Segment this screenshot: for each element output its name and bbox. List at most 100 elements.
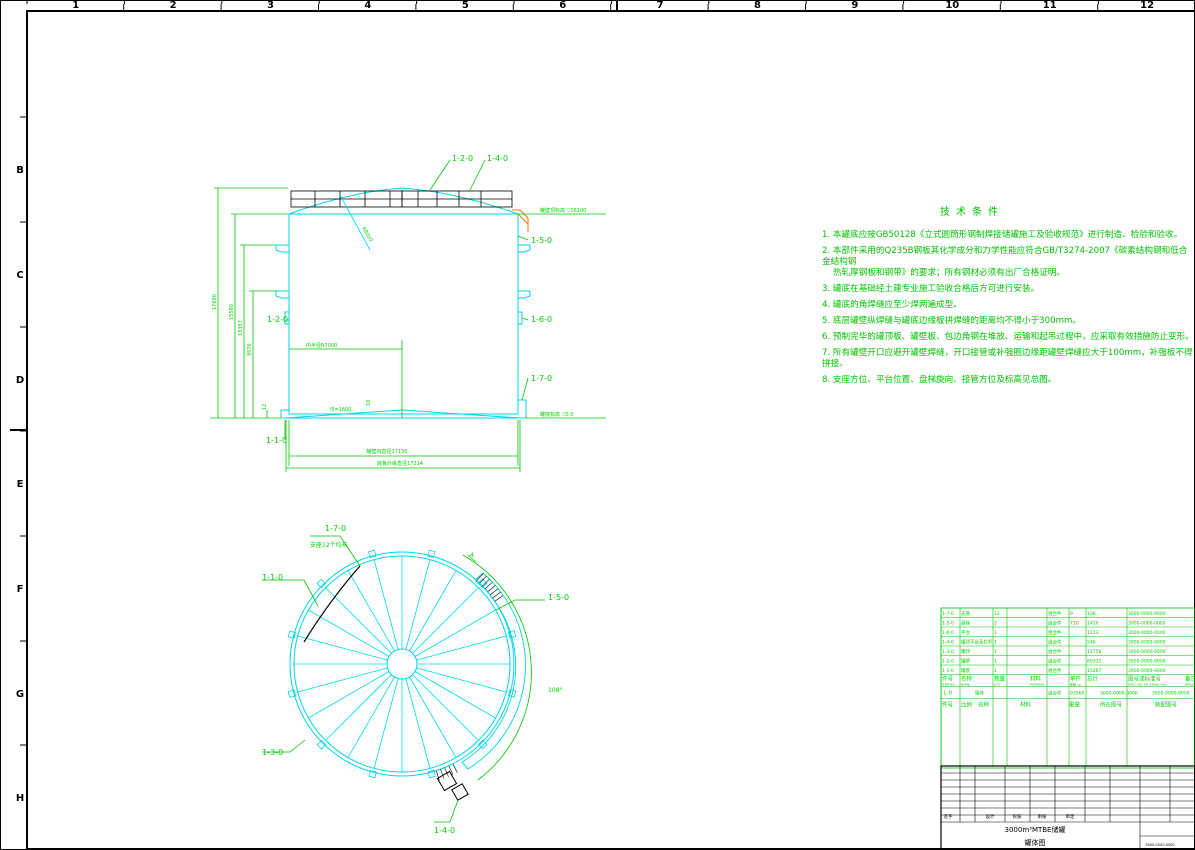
table-cell: REMARKS [1185, 683, 1195, 687]
titleblock-label: 审定 [1066, 813, 1075, 820]
table-cell: QTY [994, 683, 1000, 687]
titleblock-label: 校核 [1013, 813, 1022, 820]
table-cell: 1 [994, 649, 997, 655]
titleblock-label: 审核 [1038, 813, 1047, 820]
stair-steps [435, 572, 504, 781]
column-label: 11 [1043, 0, 1057, 11]
callout-1-4-0-plan: 1-4-0 [434, 826, 455, 835]
diameter-inner-label: 罐壁内直径17150 [367, 448, 408, 455]
roof-rafters [294, 556, 510, 772]
table-cell: 总计 [1087, 675, 1099, 683]
angle-label: 108° [548, 687, 562, 694]
table-cell: 1113 [1087, 630, 1099, 636]
table-cell: 12 [994, 611, 1000, 617]
table-cell: 1 [994, 668, 997, 674]
table-cell: 组合件 [1048, 629, 1062, 636]
bom-table: 1-7-0 支座 12 组合件 9 108 3000-0000-0000 1-5-0 盘梯 2 组合… [940, 607, 1195, 769]
table-cell: 3000-0000-0000 [1128, 640, 1166, 646]
dim-12: 12 [262, 404, 268, 410]
column-label: 1 [72, 0, 79, 11]
callout-1-4-0-top: 1-4-0 [487, 154, 508, 163]
row-label: H [16, 793, 24, 804]
table-cell: 重量 [1069, 701, 1081, 709]
table-cell: 1-0 [943, 691, 952, 697]
column-label: 5 [462, 0, 469, 11]
table-cell: 罐体 [975, 690, 984, 697]
stair-step [494, 595, 504, 602]
note-item-3: 3. 罐底在基础经土建专业施工验收合格后方可进行安装。 [822, 284, 1040, 294]
callout-1-5-0-plan: 1-5-0 [548, 593, 569, 602]
stair-step [489, 588, 499, 596]
table-cell: 3000-0000-0000 [1128, 659, 1166, 665]
row-label: C [16, 270, 23, 281]
dim-9576: 9576 [247, 343, 253, 356]
column-label: 3 [267, 0, 274, 11]
column-label: 6 [559, 0, 566, 11]
inner-frame [26, 10, 1195, 850]
table-cell: 数量 [994, 675, 1006, 683]
roof-slope-label: R8000 [360, 226, 373, 243]
callout-1-1-0-elev: 1-1-0 [266, 436, 287, 445]
rafter-line [412, 587, 479, 654]
row-label: F [17, 584, 24, 595]
table-cell: 1 [994, 659, 997, 665]
callout-1-5-0: 1-5-0 [531, 236, 552, 245]
table-cell: ITEM NO. [942, 683, 956, 687]
bottom-slope-label: i5=1600 [330, 407, 351, 413]
table-cell: MATERIAL [1030, 683, 1045, 687]
small-label: 4 [470, 552, 474, 559]
callout-1-6-0: 1-6-0 [531, 315, 552, 324]
dim-17690: 17690 [212, 294, 218, 310]
callout-1-7-0-elev: 1-7-0 [531, 374, 552, 383]
note-item-6: 6. 预制完毕的罐顶板、罐壁板、包边角钢在堆放、运输和起吊过程中，应采取有效措施… [822, 332, 1194, 342]
stair-step [492, 591, 501, 599]
column-ruler: 1 2 3 4 5 6 7 8 9 10 11 12 [26, 0, 1195, 11]
callout-1-3-0-plan: 1-3-0 [262, 748, 283, 757]
table-cell: 备注 [1185, 675, 1195, 683]
table-cell: 所在图号 [1100, 701, 1123, 709]
elevation-top-label: 罐壁顶标高 ▽16100 [540, 207, 586, 214]
column-label: 10 [945, 0, 959, 11]
elevation-view [275, 187, 531, 419]
roof-center-ring [386, 648, 418, 680]
table-cell: 3000-0000-0000 [1100, 691, 1138, 697]
table-cell: 罐顶 [961, 648, 970, 655]
table-cell: 材料 [1030, 675, 1042, 683]
titleblock-label: 设计 [986, 813, 995, 820]
table-cell: 1-3-0 [942, 649, 954, 655]
column-label: 4 [364, 0, 371, 11]
table-cell: 1420 [1087, 621, 1099, 627]
table-cell: 3000-0000-0000 [1128, 621, 1166, 627]
stair-step [487, 585, 496, 593]
table-cell: 1-6-0 [942, 630, 954, 636]
table-cell: 组合件 [1048, 620, 1062, 627]
table-cell: 罐壁 [961, 658, 970, 665]
table-cell: 罐顶平台及栏杆 [961, 639, 993, 646]
elevation-labels: 1-2-0 1-4-0 1-5-0 1-2-0 1-6-0 1-7-0 1-1-… [212, 154, 586, 467]
row-ruler: B C D E F G H [16, 116, 27, 804]
dim-15580: 15580 [229, 304, 235, 320]
table-cell: 1-1-0 [942, 668, 954, 674]
drawing-frame [0, 0, 1195, 850]
table-cell: 组合件 [1048, 667, 1062, 674]
row-label: B [16, 165, 24, 176]
table-cell: 710 [1070, 621, 1079, 627]
table-cell: 装配图号 [1155, 701, 1178, 709]
elevation-bottom-label: 罐底标高 ▽0.0 [540, 411, 573, 418]
table-cell: 3000-0000-0000 [1128, 630, 1166, 636]
angle-arc [462, 554, 532, 781]
tank-shell [288, 213, 519, 415]
column-label: 7 [657, 0, 664, 11]
table-cell: 2 [994, 621, 997, 627]
table-cell: 3000-0000-0000 [1128, 668, 1166, 674]
column-label: 8 [754, 0, 761, 11]
engineering-drawing: 1 2 3 4 5 6 7 8 9 10 11 12 BCDEFGH 1-2-0… [0, 0, 1195, 850]
table-cell: 组合件 [1048, 658, 1062, 665]
table-cell: 平台 [961, 629, 970, 636]
dim-13357: 13357 [238, 320, 244, 336]
diameter-outer-label: 底板外缘直径17214 [377, 460, 423, 467]
table-cell: 单件 [1070, 675, 1082, 683]
table-cell: 108 [1087, 611, 1096, 617]
rafter-line [325, 674, 392, 741]
note-item-8: 8. 支座方位、平台位置、盘梯旋向、接管方位及标高见总图。 [822, 375, 1057, 385]
